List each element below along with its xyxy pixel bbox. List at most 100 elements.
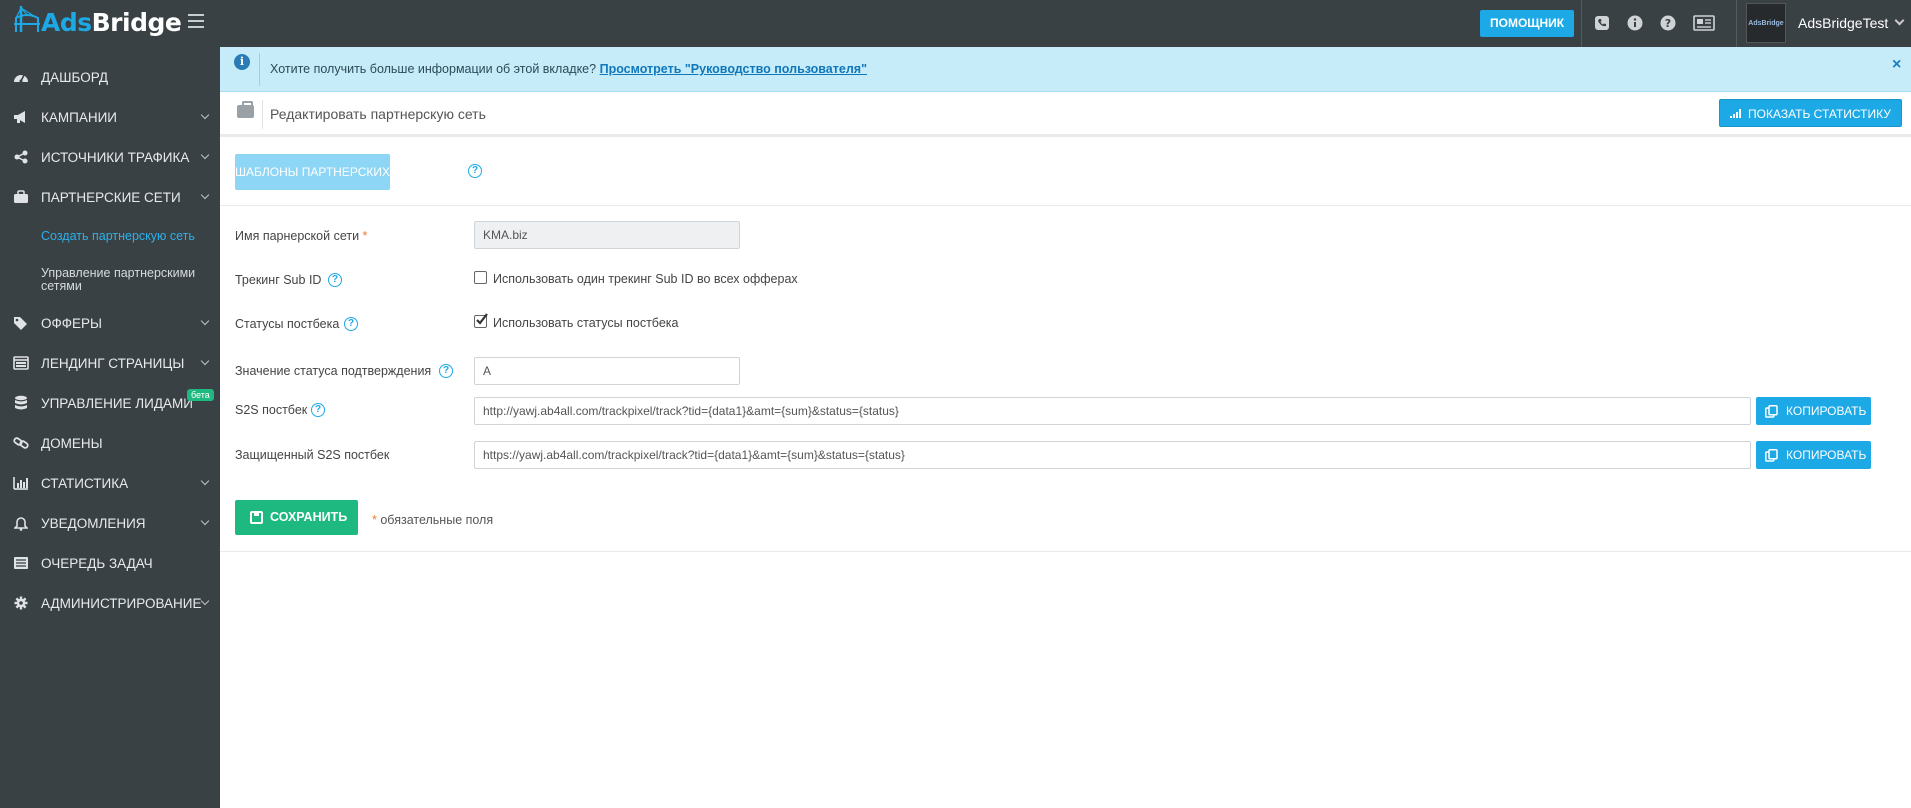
sidebar-item-traffic-sources[interactable]: ИСТОЧНИКИ ТРАФИКА [0, 137, 220, 177]
sidebar-item-offers[interactable]: ОФФЕРЫ [0, 303, 220, 343]
info-circle-icon[interactable] [1625, 13, 1645, 33]
top-bar: Ads Bridge ПОМОЩНИК ? AdsBridge AdsBridge… [0, 0, 1911, 47]
briefcase-icon [237, 101, 254, 118]
topbar-divider [1736, 0, 1737, 47]
required-mark: * [372, 513, 377, 527]
info-message: Хотите получить больше информации об это… [270, 62, 597, 76]
sidebar-item-label: СТАТИСТИКА [41, 475, 129, 491]
megaphone-icon [13, 109, 29, 125]
help-icon[interactable]: ? [468, 164, 482, 178]
sidebar-item-landing-pages[interactable]: ЛЕНДИНГ СТРАНИЦЫ [0, 343, 220, 383]
database-icon [13, 395, 29, 411]
divider [220, 205, 1911, 206]
logo-text-bridge: Bridge [91, 8, 182, 37]
sidebar-item-notifications[interactable]: УВЕДОМЛЕНИЯ [0, 503, 220, 543]
sidebar-item-label: ОЧЕРЕДЬ ЗАДАЧ [41, 555, 153, 571]
chevron-down-icon[interactable] [1894, 15, 1905, 26]
sidebar-subitem-manage-networks[interactable]: Управление партнерскими сетями [41, 267, 216, 293]
tags-icon [13, 315, 29, 331]
queue-icon [13, 555, 29, 571]
username[interactable]: AdsBridgeTest [1798, 15, 1888, 31]
show-statistics-button[interactable]: ПОКАЗАТЬ СТАТИСТИКУ [1719, 99, 1902, 127]
secure-s2s-postback-label: Защищенный S2S постбек [235, 448, 389, 462]
dashboard-icon [13, 69, 29, 85]
copy-icon [1765, 405, 1778, 418]
divider [259, 53, 260, 86]
secure-s2s-postback-label-text: Защищенный S2S постбек [235, 448, 390, 462]
copy-label: КОПИРОВАТЬ [1786, 448, 1867, 462]
chevron-down-icon [200, 476, 210, 486]
postback-status-checkbox[interactable] [474, 313, 488, 328]
divider [262, 100, 263, 129]
sidebar-item-label: ЛЕНДИНГ СТРАНИЦЫ [41, 355, 185, 371]
share-icon [13, 149, 29, 165]
user-guide-link[interactable]: Просмотреть "Руководство пользователя" [600, 62, 867, 76]
app-logo[interactable]: Ads Bridge [14, 4, 182, 37]
helper-button[interactable]: ПОМОЩНИК [1480, 10, 1575, 37]
help-icon[interactable]: ? [1658, 13, 1678, 33]
help-icon[interactable]: ? [439, 364, 453, 378]
save-button[interactable]: СОХРАНИТЬ [235, 500, 358, 535]
sidebar-item-administration[interactable]: АДМИНИСТРИРОВАНИЕ [0, 583, 220, 623]
confirm-status-label-text: Значение статуса подтверждения [235, 364, 432, 378]
sidebar-item-statistics[interactable]: СТАТИСТИКА [0, 463, 220, 503]
postback-status-checkbox-label[interactable]: Использовать статусы постбека [493, 316, 678, 330]
page-title: Редактировать партнерскую сеть [270, 106, 486, 122]
phone-icon[interactable] [1592, 13, 1612, 33]
subid-label: Трекинг Sub ID [235, 273, 321, 287]
sidebar-item-label: КАМПАНИИ [41, 109, 117, 125]
info-text: Хотите получить больше информации об это… [270, 62, 867, 76]
info-banner: i Хотите получить больше информации об э… [220, 47, 1911, 92]
menu-toggle-icon[interactable] [188, 14, 204, 28]
logo-area: Ads Bridge [0, 0, 220, 47]
copy-secure-s2s-button[interactable]: КОПИРОВАТЬ [1756, 441, 1871, 469]
main-content: i Хотите получить больше информации об э… [220, 47, 1911, 808]
divider [220, 551, 1911, 552]
required-note-text: обязательные поля [380, 513, 494, 527]
help-icon[interactable]: ? [311, 403, 325, 417]
sidebar-item-dashboard[interactable]: ДАШБОРД [0, 57, 220, 97]
sidebar-item-lead-management[interactable]: УПРАВЛЕНИЕ ЛИДАМИ бета [0, 383, 220, 423]
bar-chart-icon [13, 475, 29, 491]
help-icon[interactable]: ? [328, 273, 342, 287]
bell-icon [13, 515, 29, 531]
close-icon[interactable]: × [1892, 56, 1901, 74]
avatar[interactable]: AdsBridge [1746, 3, 1786, 43]
bridge-logo-icon [14, 6, 40, 32]
secure-s2s-postback-input[interactable]: https://yawj.ab4all.com/trackpixel/track… [474, 441, 1751, 469]
copy-label: КОПИРОВАТЬ [1786, 404, 1867, 418]
signal-bars-icon [1730, 109, 1741, 118]
sidebar-item-task-queue[interactable]: ОЧЕРЕДЬ ЗАДАЧ [0, 543, 220, 583]
network-templates-button[interactable]: ШАБЛОНЫ ПАРТНЕРСКИХ СЕТЕЙ [235, 154, 390, 215]
help-icon[interactable]: ? [344, 317, 358, 331]
svg-text:?: ? [1665, 17, 1671, 30]
subid-checkbox[interactable] [474, 271, 487, 284]
show-statistics-label: ПОКАЗАТЬ СТАТИСТИКУ [1748, 107, 1891, 121]
chevron-down-icon [200, 516, 210, 526]
checkmark-icon [476, 313, 488, 325]
sidebar-subitem-create-network[interactable]: Создать партнерскую сеть [41, 230, 216, 243]
sidebar-item-domains[interactable]: ДОМЕНЫ [0, 423, 220, 463]
network-name-label-text: Имя парнерской сети [235, 229, 360, 243]
chevron-down-icon [200, 150, 210, 160]
copy-icon [1765, 449, 1778, 462]
sidebar-item-campaigns[interactable]: КАМПАНИИ [0, 97, 220, 137]
s2s-postback-input[interactable]: http://yawj.ab4all.com/trackpixel/track?… [474, 397, 1751, 425]
s2s-postback-label: S2S постбек [235, 403, 307, 417]
sidebar-item-affiliate-networks[interactable]: ПАРТНЕРСКИЕ СЕТИ [0, 177, 220, 217]
news-icon[interactable] [1692, 13, 1716, 33]
subid-label-text: Трекинг Sub ID [235, 273, 322, 287]
network-name-input[interactable]: KMA.biz [474, 221, 740, 249]
sidebar: ДАШБОРД КАМПАНИИ ИСТОЧНИКИ ТРАФИКА ПАРТН… [0, 47, 220, 808]
sidebar-item-label: ИСТОЧНИКИ ТРАФИКА [41, 149, 190, 165]
chevron-down-icon [200, 190, 210, 200]
subid-checkbox-label[interactable]: Использовать один трекинг Sub ID во всех… [493, 272, 798, 286]
copy-s2s-button[interactable]: КОПИРОВАТЬ [1756, 397, 1871, 425]
floppy-disk-icon [250, 511, 263, 524]
logo-text-ads: Ads [41, 8, 92, 37]
confirm-status-input[interactable]: A [474, 357, 740, 385]
required-fields-note: * обязательные поля [372, 513, 493, 527]
required-mark: * [362, 229, 368, 243]
chevron-down-icon [200, 356, 210, 366]
page-header: Редактировать партнерскую сеть ПОКАЗАТЬ … [220, 92, 1911, 137]
